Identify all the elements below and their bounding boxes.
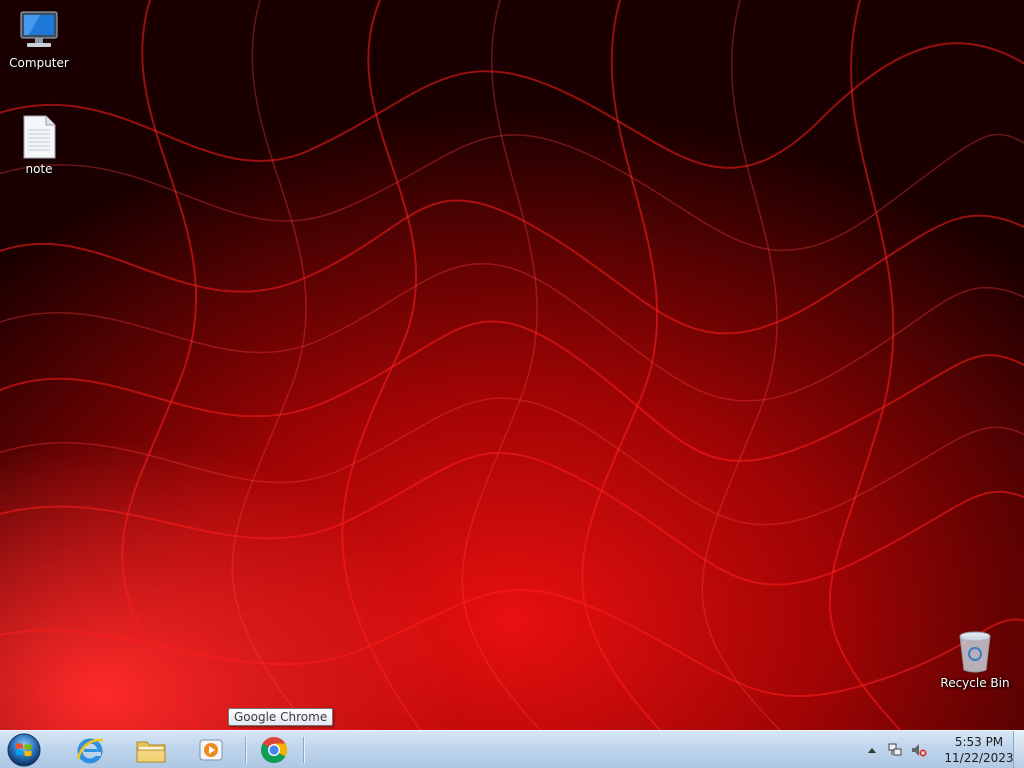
folder-icon — [136, 741, 166, 763]
internet-explorer-icon — [76, 738, 104, 764]
taskbar-windows-explorer[interactable] — [124, 733, 178, 767]
taskbar: 5:53 PM 11/22/2023 — [0, 730, 1024, 768]
desktop-icon-note-label: note — [25, 162, 53, 176]
recycle-bin-icon — [959, 631, 991, 673]
volume-muted-icon[interactable] — [911, 742, 927, 758]
desktop-icon-recycle-bin-label: Recycle Bin — [940, 676, 1010, 690]
desktop-icon-note[interactable]: note — [1, 114, 77, 176]
windows-orb-icon — [7, 733, 41, 767]
taskbar-tooltip: Google Chrome — [228, 708, 334, 726]
chrome-icon — [261, 737, 287, 764]
desktop-icon-computer-label: Computer — [9, 56, 69, 70]
system-clock[interactable]: 5:53 PM 11/22/2023 — [944, 734, 1014, 766]
desktop[interactable]: Computer note Recycle Bin — [0, 0, 1024, 730]
taskbar-google-chrome[interactable] — [247, 733, 301, 767]
wallpaper — [0, 0, 1024, 730]
desktop-icon-recycle-bin[interactable]: Recycle Bin — [937, 630, 1013, 690]
taskbar-media-player[interactable] — [184, 733, 238, 767]
taskbar-internet-explorer[interactable] — [63, 733, 117, 767]
show-hidden-icons-icon[interactable] — [864, 742, 880, 758]
media-player-icon — [199, 739, 223, 761]
network-icon[interactable] — [887, 742, 903, 758]
taskbar-separator — [303, 737, 305, 763]
desktop-icon-computer[interactable]: Computer — [1, 8, 77, 70]
notification-area: 5:53 PM 11/22/2023 — [859, 731, 1024, 768]
start-button[interactable] — [4, 732, 44, 768]
clock-date: 11/22/2023 — [944, 751, 1014, 765]
computer-icon — [20, 11, 58, 47]
show-desktop-button[interactable] — [1013, 731, 1024, 768]
clock-time: 5:53 PM — [954, 735, 1004, 749]
text-file-icon — [23, 115, 56, 159]
